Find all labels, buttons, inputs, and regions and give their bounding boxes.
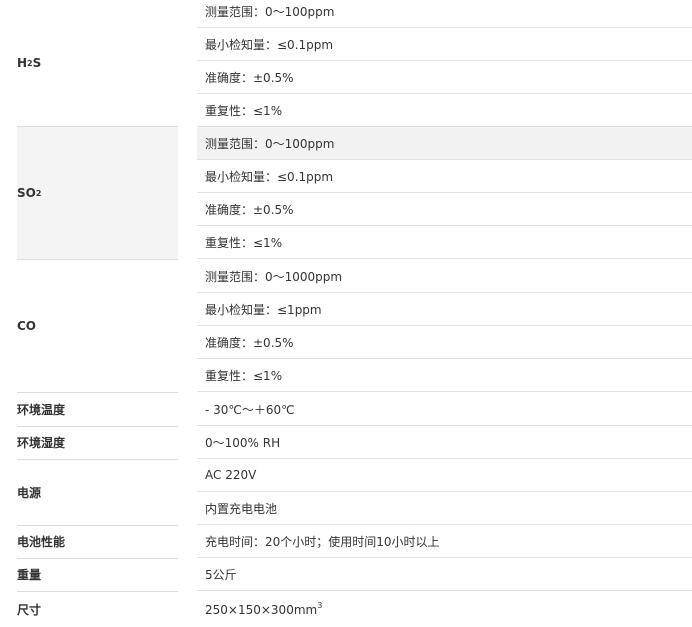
power-row: AC 220V xyxy=(197,459,692,492)
spec-value: 准确度：±0.5% xyxy=(205,70,294,85)
gas-label-co: CO xyxy=(17,260,178,392)
spec-value: 测量范围：0～100ppm xyxy=(205,136,335,151)
spec-value: 重复性：≤1% xyxy=(205,103,283,118)
spec-row: 重复性：≤1% xyxy=(197,359,692,392)
spec-value: 准确度：±0.5% xyxy=(205,202,294,217)
size-value-sup: 3 xyxy=(317,601,323,610)
weight-label: 重量 xyxy=(17,568,42,582)
spec-row: 准确度：±0.5% xyxy=(197,326,692,359)
weight-value: 5公斤 xyxy=(205,567,237,582)
spec-row: 最小检知量：≤1ppm xyxy=(197,293,692,326)
env-humidity-label: 环境湿度 xyxy=(17,436,66,450)
env-temp-label: 环境温度 xyxy=(17,403,66,417)
spec-row: 准确度：±0.5% xyxy=(197,61,692,94)
spec-row: 重复性：≤1% xyxy=(197,226,692,259)
gas-label-h2s-tail: S xyxy=(32,56,42,70)
spec-value: 测量范围：0～100ppm xyxy=(205,4,335,19)
power-value: AC 220V xyxy=(205,468,257,482)
spec-value: 重复性：≤1% xyxy=(205,235,283,250)
spec-value: 测量范围：0～1000ppm xyxy=(205,269,343,284)
env-humidity-value: 0～100% RH xyxy=(205,435,281,450)
size-label: 尺寸 xyxy=(17,603,42,617)
spec-value: 重复性：≤1% xyxy=(205,368,283,383)
gas-label-so2-sub: 2 xyxy=(35,188,42,198)
power-row: 内置充电电池 xyxy=(197,492,692,525)
gas-label-h2s: H2S xyxy=(17,0,178,126)
gas-label-h2s-main: H xyxy=(17,56,28,70)
spec-value: 准确度：±0.5% xyxy=(205,335,294,350)
env-temp-value: - 30℃～＋60℃ xyxy=(205,402,295,417)
spec-row: 最小检知量：≤0.1ppm xyxy=(197,160,692,193)
gas-label-co-main: CO xyxy=(17,319,37,333)
battery-row: 充电时间：20个小时；使用时间10小时以上 xyxy=(197,525,692,558)
spec-row: 测量范围：0～100ppm xyxy=(197,127,692,160)
size-value: 250×150×300mm xyxy=(205,602,318,617)
weight-row: 5公斤 xyxy=(197,558,692,591)
spec-row: 测量范围：0～100ppm xyxy=(197,0,692,28)
spec-row: 重复性：≤1% xyxy=(197,94,692,127)
power-label: 电源 xyxy=(17,485,42,500)
power-value: 内置充电电池 xyxy=(205,501,278,516)
battery-label: 电池性能 xyxy=(17,535,66,549)
spec-row: 准确度：±0.5% xyxy=(197,193,692,226)
spec-row: 最小检知量：≤0.1ppm xyxy=(197,28,692,61)
spec-row: 测量范围：0～1000ppm xyxy=(197,260,692,293)
spec-value: 最小检知量：≤0.1ppm xyxy=(205,37,334,52)
gas-label-so2: SO 2 xyxy=(17,127,178,259)
env-temp-row: - 30℃～＋60℃ xyxy=(197,393,692,426)
spec-value: 最小检知量：≤1ppm xyxy=(205,302,322,317)
env-humidity-row: 0～100% RH xyxy=(197,426,692,459)
size-row: 250×150×300mm 3 xyxy=(197,592,692,627)
battery-value: 充电时间：20个小时；使用时间10小时以上 xyxy=(205,534,440,549)
spec-value: 最小检知量：≤0.1ppm xyxy=(205,169,334,184)
gas-label-so2-main: SO xyxy=(17,186,36,200)
